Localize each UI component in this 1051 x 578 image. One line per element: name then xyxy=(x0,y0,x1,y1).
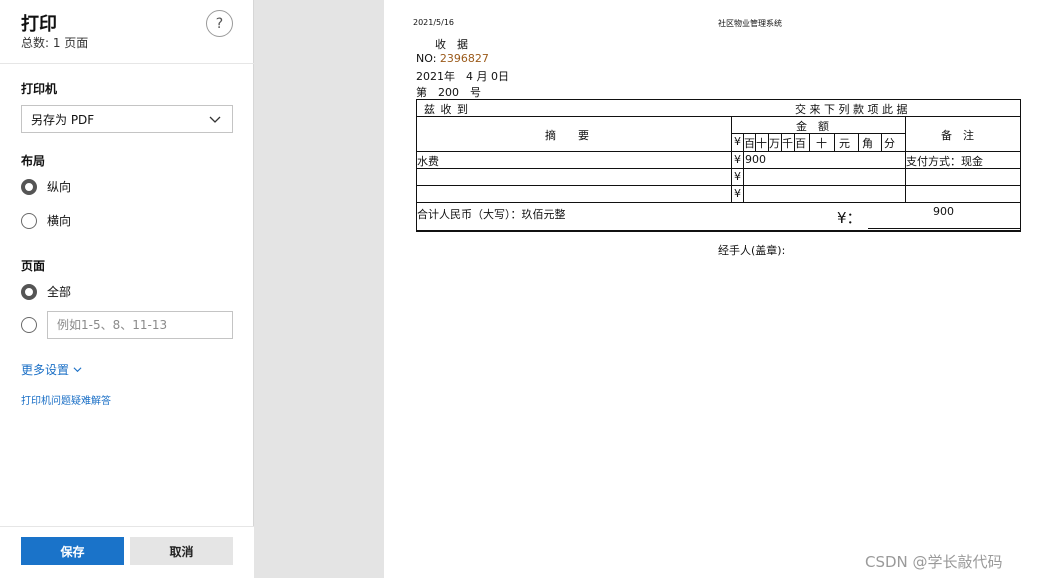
print-preview-page: 2021/5/16 社区物业管理系统 收 据 NO: 2396827 2021年… xyxy=(384,0,1051,578)
help-icon: ? xyxy=(215,15,224,32)
printer-select[interactable]: 另存为 PDF xyxy=(21,105,233,133)
digit-label: 百 xyxy=(795,137,806,150)
radio-pages-all[interactable] xyxy=(21,283,37,300)
layout-landscape-label: 横向 xyxy=(47,214,72,228)
page-count: 总数: 1 页面 xyxy=(21,36,89,50)
table-line xyxy=(858,133,859,151)
print-date: 2021/5/16 xyxy=(413,18,455,27)
total-underline xyxy=(868,228,1020,229)
print-panel: 打印 总数: 1 页面 ? 打印机 另存为 PDF 布局 纵向 横向 页面 全部… xyxy=(0,0,254,578)
digit-label: 角 xyxy=(862,137,873,150)
receipt-no: NO: 2396827 xyxy=(416,52,489,65)
printer-label: 打印机 xyxy=(21,82,58,96)
pages-all-option[interactable]: 全部 xyxy=(21,283,71,300)
total-in-words: 合计人民币（大写）：玖佰元整 xyxy=(417,208,566,221)
issue-date: 2021年 4 月 0日 xyxy=(416,70,509,83)
receipt-title: 收 据 xyxy=(435,38,468,51)
table-line xyxy=(731,116,732,202)
total-currency-mark: ¥： xyxy=(837,209,862,227)
digit-label: 分 xyxy=(884,137,895,150)
remark-header: 备 注 xyxy=(941,129,974,142)
more-settings-link[interactable]: 更多设置 xyxy=(21,361,82,378)
receipt-no-value: 2396827 xyxy=(439,52,489,65)
row-amount: 900 xyxy=(745,153,766,166)
handler-signature: 经手人(盖章): xyxy=(718,244,786,257)
table-border-top xyxy=(416,99,1021,100)
digit-label: 十 xyxy=(816,137,827,150)
more-settings-label: 更多设置 xyxy=(21,363,70,377)
layout-portrait-option[interactable]: 纵向 xyxy=(21,178,71,195)
currency-mark: ¥ xyxy=(734,153,741,166)
table-line xyxy=(416,185,1021,186)
digit-label: 千 xyxy=(782,137,793,150)
panel-divider xyxy=(0,63,254,64)
received-from: 兹 收 到 xyxy=(424,103,469,116)
table-line xyxy=(416,116,1021,117)
receipt-no-label: NO: xyxy=(416,52,437,65)
save-button[interactable]: 保存 xyxy=(21,537,124,565)
digit-label: ¥ xyxy=(734,135,741,148)
receipt-number: 第 200 号 xyxy=(416,86,481,99)
table-line xyxy=(881,133,882,151)
radio-landscape[interactable] xyxy=(21,212,37,229)
pages-range-option[interactable] xyxy=(21,317,47,333)
layout-portrait-label: 纵向 xyxy=(47,180,72,194)
panel-title: 打印 xyxy=(21,14,57,35)
table-line xyxy=(834,133,835,151)
table-line xyxy=(416,151,1021,152)
pages-label: 页面 xyxy=(21,259,46,273)
digit-label: 元 xyxy=(839,137,850,150)
chevron-down-icon xyxy=(209,116,221,123)
pages-all-label: 全部 xyxy=(47,285,72,299)
troubleshoot-link[interactable]: 打印机问题疑难解答 xyxy=(21,392,111,407)
digit-label: 百 xyxy=(744,137,755,150)
digit-label: 万 xyxy=(769,137,780,150)
page-range-input[interactable] xyxy=(47,311,233,339)
amount-header: 金 额 xyxy=(796,120,829,133)
cancel-button[interactable]: 取消 xyxy=(130,537,233,565)
row-item: 水费 xyxy=(417,155,439,168)
row-remark: 支付方式：现金 xyxy=(906,155,983,168)
items-header: 交 来 下 列 款 项 此 据 xyxy=(795,103,908,116)
layout-landscape-option[interactable]: 横向 xyxy=(21,212,71,229)
table-border-bottom xyxy=(416,230,1021,232)
digit-label: 十 xyxy=(756,137,767,150)
table-line xyxy=(416,202,1021,203)
layout-label: 布局 xyxy=(21,154,46,168)
watermark: CSDN @学长敲代码 xyxy=(865,553,1003,571)
currency-mark: ¥ xyxy=(734,187,741,200)
currency-mark: ¥ xyxy=(734,170,741,183)
radio-pages-range[interactable] xyxy=(21,317,37,333)
total-amount: 900 xyxy=(933,205,954,218)
chevron-down-icon xyxy=(73,367,82,373)
summary-header: 摘 要 xyxy=(545,129,589,142)
printer-select-value: 另存为 PDF xyxy=(31,112,95,127)
radio-portrait[interactable] xyxy=(21,178,37,195)
table-border-right xyxy=(1020,99,1021,232)
help-button[interactable]: ? xyxy=(206,10,233,37)
system-name: 社区物业管理系统 xyxy=(718,19,782,28)
table-line xyxy=(809,133,810,151)
